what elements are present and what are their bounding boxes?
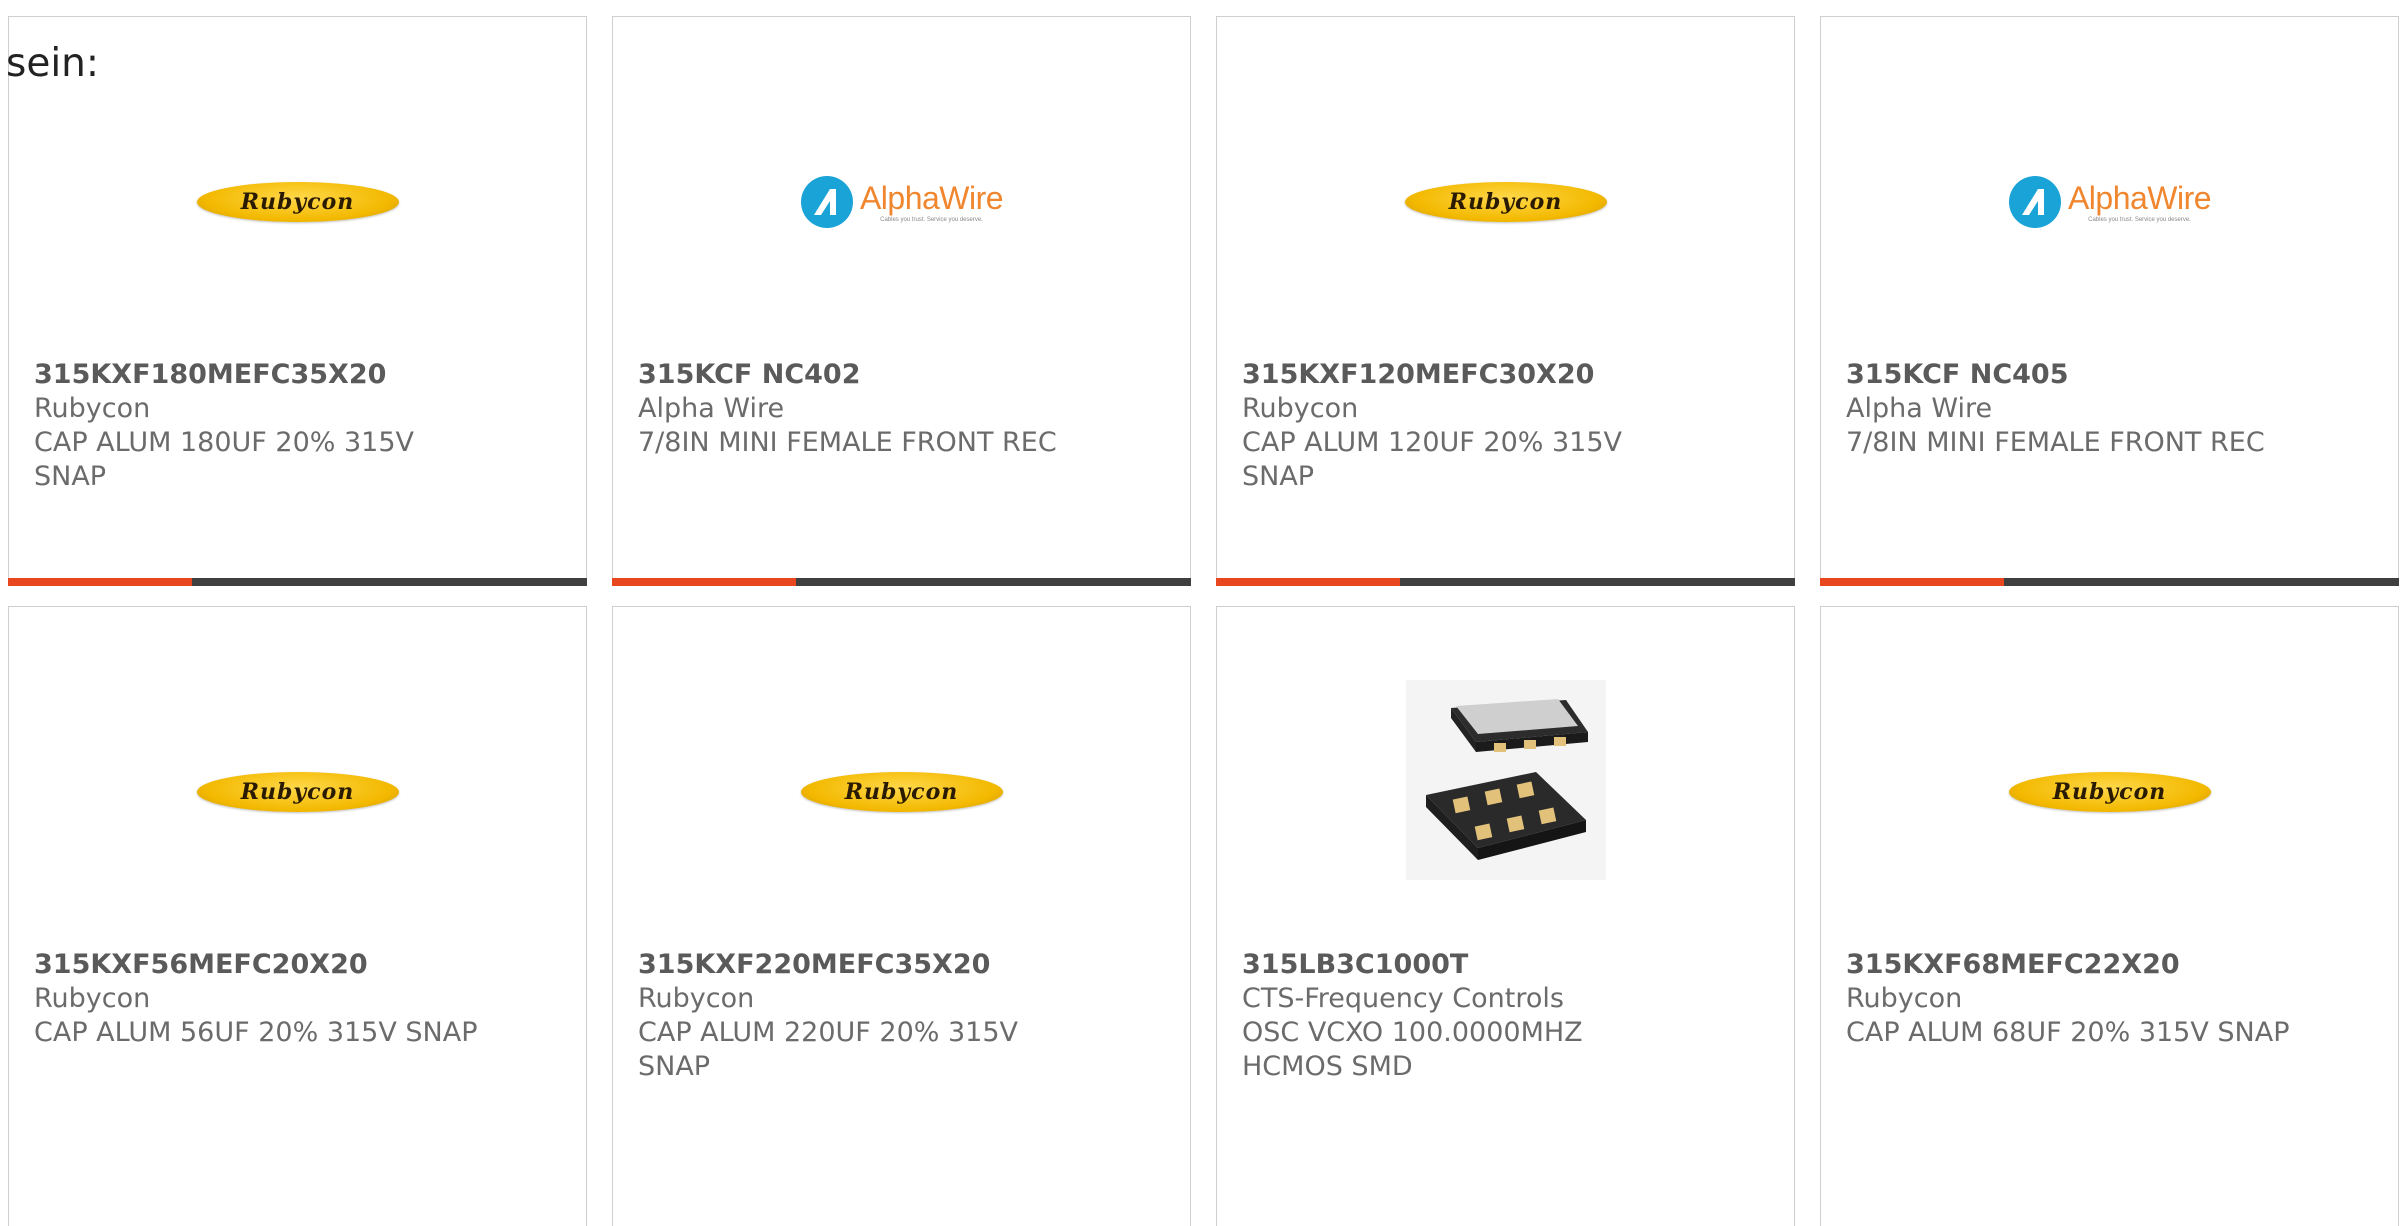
description: OSC VCXO 100.0000MHZ HCMOS SMD [1242, 1017, 1583, 1082]
manufacturer: Alpha Wire [1846, 393, 1993, 424]
manufacturer: Rubycon [638, 983, 755, 1014]
rubycon-logo: Rubycon [1404, 182, 1607, 222]
alphawire-logo: AlphaWire Cables you trust. Service you … [800, 175, 1004, 229]
alphawire-logo: AlphaWire Cables you trust. Service you … [2008, 175, 2212, 229]
rubycon-logo: Rubycon [196, 182, 399, 222]
product-card[interactable]: Rubycon 315KXF120MEFC30X20 Rubycon CAP A… [1216, 16, 1795, 586]
product-card[interactable]: Rubycon 315KXF68MEFC22X20 Rubycon CAP AL… [1820, 606, 2399, 1226]
product-card[interactable]: Rubycon 315KXF220MEFC35X20 Rubycon CAP A… [612, 606, 1191, 1226]
product-image[interactable]: Rubycon [613, 717, 1190, 867]
product-image[interactable]: Rubycon [1217, 127, 1794, 277]
description: CAP ALUM 68UF 20% 315V SNAP [1846, 1017, 2290, 1048]
part-number[interactable]: 315KCF NC405 [1846, 358, 2378, 392]
product-card[interactable]: Rubycon 315KXF56MEFC20X20 Rubycon CAP AL… [8, 606, 587, 1226]
description: CAP ALUM 180UF 20% 315V SNAP [34, 427, 415, 492]
product-image[interactable]: AlphaWire Cables you trust. Service you … [613, 127, 1190, 277]
card-accent [612, 578, 796, 586]
part-number[interactable]: 315KXF68MEFC22X20 [1846, 948, 2378, 982]
rubycon-logo: Rubycon [800, 772, 1003, 812]
alphawire-emblem-icon [800, 176, 853, 228]
rubycon-logo: Rubycon [2008, 772, 2211, 812]
card-accent [8, 578, 192, 586]
card-bottom-bar [612, 578, 1191, 586]
description: CAP ALUM 220UF 20% 315V SNAP [638, 1017, 1019, 1082]
description: CAP ALUM 120UF 20% 315V SNAP [1242, 427, 1623, 492]
part-number[interactable]: 315KXF56MEFC20X20 [34, 948, 566, 982]
description: 7/8IN MINI FEMALE FRONT REC [1846, 427, 2265, 458]
part-number[interactable]: 315KCF NC402 [638, 358, 1170, 392]
product-image[interactable]: Rubycon [9, 717, 586, 867]
manufacturer: Rubycon [1242, 393, 1359, 424]
part-number[interactable]: 315KXF120MEFC30X20 [1242, 358, 1774, 392]
description: CAP ALUM 56UF 20% 315V SNAP [34, 1017, 478, 1048]
card-bottom-bar [8, 578, 587, 586]
product-image[interactable]: Rubycon [1821, 717, 2398, 867]
manufacturer: CTS-Frequency Controls [1242, 983, 1564, 1014]
oscillator-chip-icon [1405, 679, 1606, 880]
product-image[interactable]: AlphaWire Cables you trust. Service you … [1821, 127, 2398, 277]
product-card[interactable]: AlphaWire Cables you trust. Service you … [612, 16, 1191, 586]
manufacturer: Rubycon [1846, 983, 1963, 1014]
card-bottom-bar [1820, 578, 2399, 586]
card-bottom-bar [1216, 578, 1795, 586]
product-card[interactable]: 315LB3C1000T CTS-Frequency Controls OSC … [1216, 606, 1795, 1226]
part-number[interactable]: 315LB3C1000T [1242, 948, 1774, 982]
manufacturer: Rubycon [34, 393, 151, 424]
intro-text: sein: [6, 41, 100, 86]
product-image[interactable] [1217, 677, 1794, 882]
card-accent [1820, 578, 2004, 586]
manufacturer: Rubycon [34, 983, 151, 1014]
description: 7/8IN MINI FEMALE FRONT REC [638, 427, 1057, 458]
part-number[interactable]: 315KXF180MEFC35X20 [34, 358, 566, 392]
part-number[interactable]: 315KXF220MEFC35X20 [638, 948, 1170, 982]
product-card[interactable]: Rubycon 315KXF180MEFC35X20 Rubycon CAP A… [8, 16, 587, 586]
rubycon-logo: Rubycon [196, 772, 399, 812]
product-card[interactable]: AlphaWire Cables you trust. Service you … [1820, 16, 2399, 586]
alphawire-emblem-icon [2008, 176, 2061, 228]
card-accent [1216, 578, 1400, 586]
manufacturer: Alpha Wire [638, 393, 785, 424]
product-image[interactable]: Rubycon [9, 127, 586, 277]
